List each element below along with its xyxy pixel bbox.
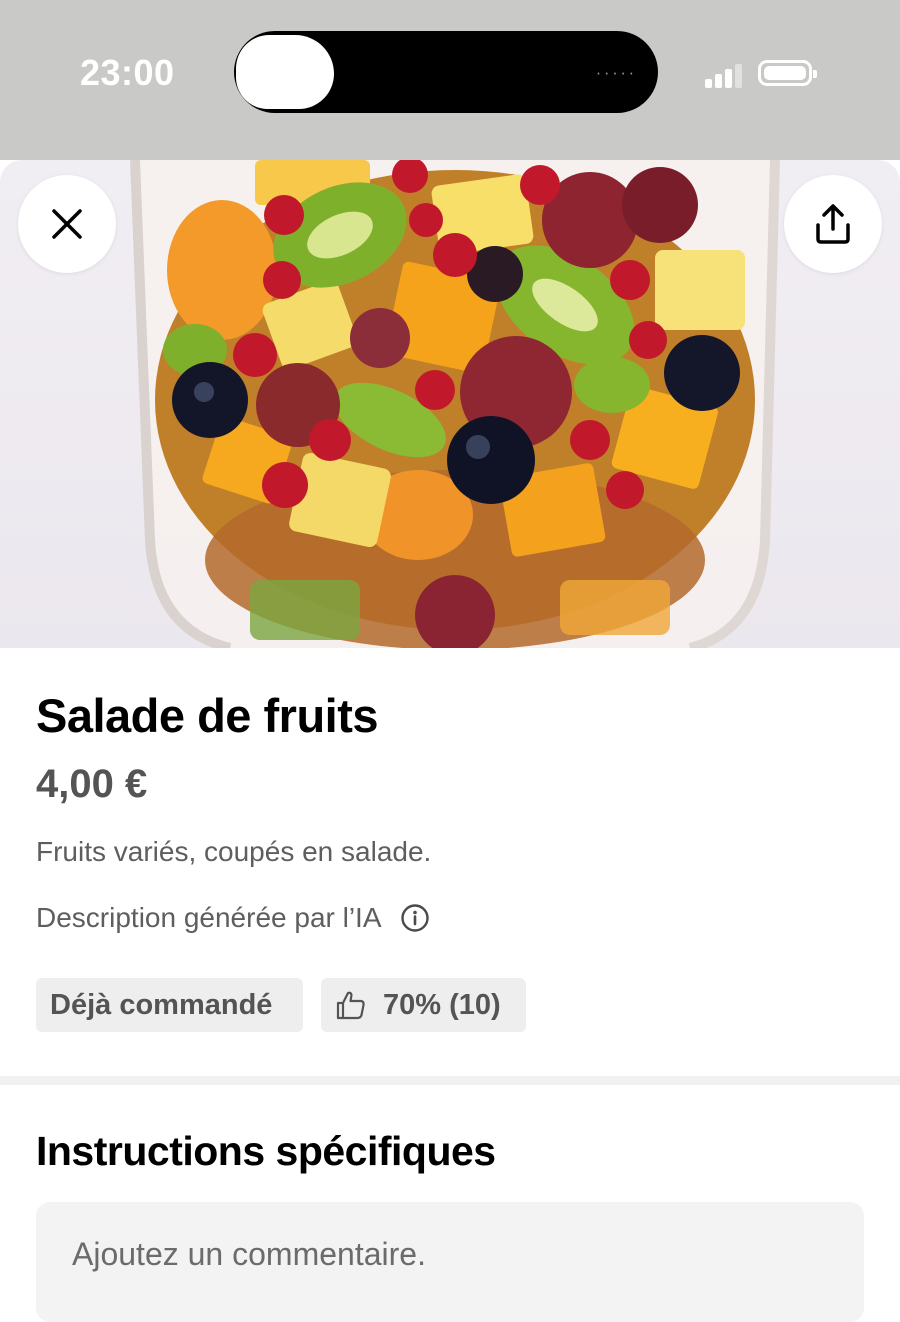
product-title: Salade de fruits: [36, 689, 379, 742]
redaction-blob: [236, 35, 334, 109]
close-icon: [52, 209, 82, 239]
close-button[interactable]: [18, 175, 116, 273]
fruit-salad-photo: [130, 160, 780, 648]
share-button[interactable]: [784, 175, 882, 273]
product-image: [0, 160, 900, 648]
ai-note-label: Description générée par l’IA: [36, 902, 382, 933]
comment-placeholder: Ajoutez un commentaire.: [72, 1236, 426, 1272]
product-price: 4,00 €: [36, 762, 148, 806]
product-description: Fruits variés, coupés en salade.: [36, 836, 432, 867]
battery-icon: [758, 60, 817, 86]
rating-badge: 70% (10): [321, 978, 526, 1032]
info-icon[interactable]: [400, 903, 430, 933]
share-icon: [816, 204, 850, 244]
status-time: 23:00: [80, 52, 175, 93]
signal-icon: [705, 62, 745, 88]
already-ordered-badge: Déjà commandé: [36, 978, 303, 1032]
island-activity-indicator: ·····: [594, 67, 636, 81]
section-divider: [0, 1076, 900, 1085]
rating-label: 70% (10): [383, 988, 501, 1021]
dynamic-island: ·····: [234, 31, 658, 113]
already-ordered-label: Déjà commandé: [50, 988, 273, 1021]
ai-description-note[interactable]: Description générée par l’IA: [36, 902, 430, 934]
status-bar: 23:00 ·····: [0, 0, 900, 160]
thumbs-up-icon: [336, 991, 365, 1020]
instructions-title: Instructions spécifiques: [36, 1128, 496, 1174]
